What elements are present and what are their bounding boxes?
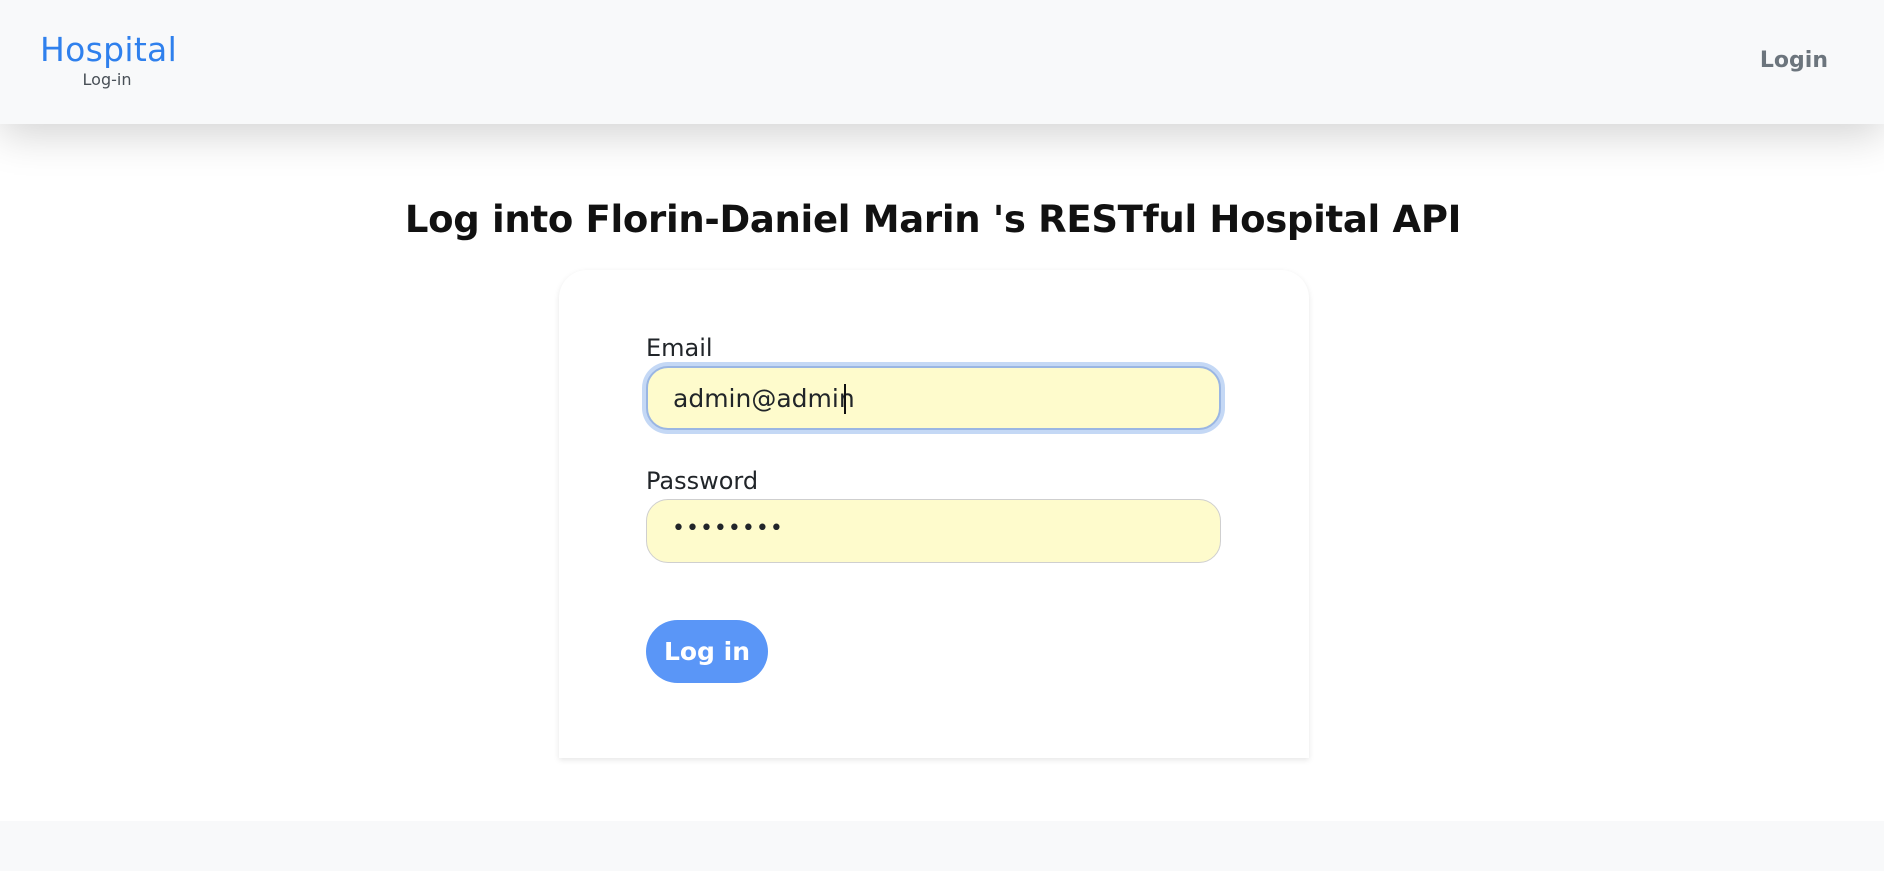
main-content: Log into Florin-Daniel Marin 's RESTful …	[0, 124, 1884, 821]
login-card: Email Password •••••••• Log in	[559, 270, 1309, 758]
email-field[interactable]	[648, 368, 1219, 428]
brand-link[interactable]: Hospital Log-in	[40, 30, 178, 90]
password-field[interactable]: ••••••••	[646, 499, 1221, 563]
password-masked-value: ••••••••	[672, 516, 784, 541]
page-title: Log into Florin-Daniel Marin 's RESTful …	[404, 198, 1462, 241]
password-label: Password	[646, 467, 759, 495]
email-field-wrapper[interactable]	[646, 366, 1221, 430]
text-caret	[844, 384, 846, 414]
brand-subtitle: Log-in	[82, 70, 132, 89]
footer	[0, 821, 1884, 871]
nav-login-link[interactable]: Login	[1760, 48, 1828, 73]
brand-title: Hospital	[40, 30, 178, 69]
email-label: Email	[646, 334, 713, 362]
navbar: Hospital Log-in Login	[0, 0, 1884, 124]
login-button[interactable]: Log in	[646, 620, 768, 683]
